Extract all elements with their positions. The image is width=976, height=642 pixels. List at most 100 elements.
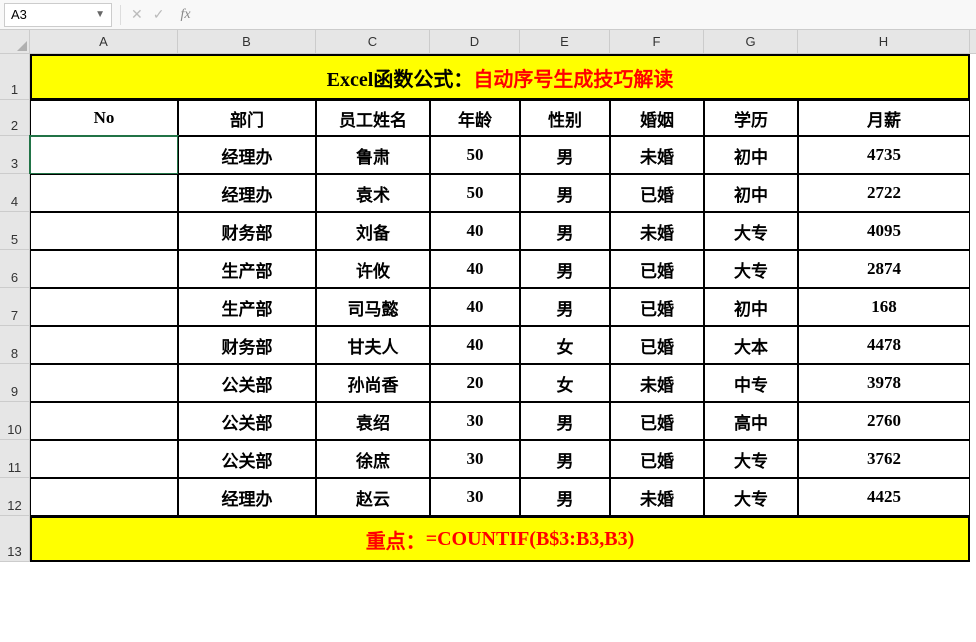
cell-no[interactable] (30, 440, 178, 478)
row-header-6[interactable]: 6 (0, 250, 30, 288)
cell-salary[interactable]: 4425 (798, 478, 970, 516)
cell-edu[interactable]: 初中 (704, 288, 798, 326)
header-sex[interactable]: 性别 (520, 100, 610, 136)
header-name[interactable]: 员工姓名 (316, 100, 430, 136)
header-salary[interactable]: 月薪 (798, 100, 970, 136)
col-header-F[interactable]: F (610, 30, 704, 53)
cell-marriage[interactable]: 未婚 (610, 478, 704, 516)
cell-no[interactable] (30, 136, 178, 174)
cell-no[interactable] (30, 326, 178, 364)
col-header-D[interactable]: D (430, 30, 520, 53)
cell-age[interactable]: 30 (430, 478, 520, 516)
row-header-7[interactable]: 7 (0, 288, 30, 326)
cell-sex[interactable]: 男 (520, 212, 610, 250)
cell-salary[interactable]: 3762 (798, 440, 970, 478)
row-header-2[interactable]: 2 (0, 100, 30, 136)
cell-no[interactable] (30, 250, 178, 288)
cell-name[interactable]: 袁术 (316, 174, 430, 212)
chevron-down-icon[interactable]: ▼ (95, 9, 105, 20)
cell-marriage[interactable]: 已婚 (610, 402, 704, 440)
cell-dept[interactable]: 经理办 (178, 478, 316, 516)
cell-sex[interactable]: 男 (520, 136, 610, 174)
cell-salary[interactable]: 2874 (798, 250, 970, 288)
title-cell[interactable]: Excel函数公式： 自动序号生成技巧解读 (30, 54, 970, 100)
cell-edu[interactable]: 大专 (704, 250, 798, 288)
row-header-11[interactable]: 11 (0, 440, 30, 478)
cell-name[interactable]: 鲁肃 (316, 136, 430, 174)
header-no[interactable]: No (30, 100, 178, 136)
cell-edu[interactable]: 大本 (704, 326, 798, 364)
row-header-9[interactable]: 9 (0, 364, 30, 402)
cell-age[interactable]: 30 (430, 402, 520, 440)
cell-dept[interactable]: 生产部 (178, 250, 316, 288)
row-header-10[interactable]: 10 (0, 402, 30, 440)
cell-edu[interactable]: 初中 (704, 174, 798, 212)
header-age[interactable]: 年龄 (430, 100, 520, 136)
cell-sex[interactable]: 男 (520, 174, 610, 212)
formula-input[interactable] (197, 3, 976, 27)
cancel-icon[interactable]: ✕ (131, 6, 143, 23)
header-dept[interactable]: 部门 (178, 100, 316, 136)
cell-edu[interactable]: 高中 (704, 402, 798, 440)
col-header-G[interactable]: G (704, 30, 798, 53)
cell-salary[interactable]: 4478 (798, 326, 970, 364)
cell-salary[interactable]: 2760 (798, 402, 970, 440)
cell-marriage[interactable]: 已婚 (610, 440, 704, 478)
cell-sex[interactable]: 男 (520, 440, 610, 478)
row-header-13[interactable]: 13 (0, 516, 30, 562)
cell-name[interactable]: 刘备 (316, 212, 430, 250)
cell-name[interactable]: 孙尚香 (316, 364, 430, 402)
cell-no[interactable] (30, 212, 178, 250)
cell-salary[interactable]: 4735 (798, 136, 970, 174)
cell-age[interactable]: 20 (430, 364, 520, 402)
select-all-corner[interactable] (0, 30, 30, 54)
col-header-E[interactable]: E (520, 30, 610, 53)
cell-marriage[interactable]: 未婚 (610, 364, 704, 402)
cell-dept[interactable]: 生产部 (178, 288, 316, 326)
cell-marriage[interactable]: 已婚 (610, 326, 704, 364)
cell-dept[interactable]: 公关部 (178, 364, 316, 402)
cell-name[interactable]: 司马懿 (316, 288, 430, 326)
fx-icon[interactable]: fx (180, 7, 190, 23)
cell-marriage[interactable]: 已婚 (610, 288, 704, 326)
cell-age[interactable]: 30 (430, 440, 520, 478)
cell-name[interactable]: 许攸 (316, 250, 430, 288)
cell-no[interactable] (30, 364, 178, 402)
cell-age[interactable]: 50 (430, 174, 520, 212)
cell-name[interactable]: 甘夫人 (316, 326, 430, 364)
cell-salary[interactable]: 168 (798, 288, 970, 326)
row-header-1[interactable]: 1 (0, 54, 30, 100)
cell-sex[interactable]: 男 (520, 250, 610, 288)
header-marriage[interactable]: 婚姻 (610, 100, 704, 136)
cell-no[interactable] (30, 478, 178, 516)
cell-dept[interactable]: 公关部 (178, 440, 316, 478)
cell-dept[interactable]: 公关部 (178, 402, 316, 440)
cell-edu[interactable]: 大专 (704, 212, 798, 250)
cell-age[interactable]: 50 (430, 136, 520, 174)
cell-dept[interactable]: 经理办 (178, 136, 316, 174)
row-header-12[interactable]: 12 (0, 478, 30, 516)
col-header-A[interactable]: A (30, 30, 178, 53)
cell-sex[interactable]: 男 (520, 402, 610, 440)
cell-no[interactable] (30, 402, 178, 440)
row-header-8[interactable]: 8 (0, 326, 30, 364)
cell-salary[interactable]: 3978 (798, 364, 970, 402)
cell-age[interactable]: 40 (430, 250, 520, 288)
cell-no[interactable] (30, 174, 178, 212)
enter-icon[interactable]: ✓ (153, 6, 165, 23)
bottom-note-cell[interactable]: 重点： =COUNTIF(B$3:B3,B3) (30, 516, 970, 562)
cell-name[interactable]: 徐庶 (316, 440, 430, 478)
cell-name[interactable]: 赵云 (316, 478, 430, 516)
cell-sex[interactable]: 女 (520, 364, 610, 402)
name-box[interactable]: A3 ▼ (4, 3, 112, 27)
cell-age[interactable]: 40 (430, 288, 520, 326)
cell-dept[interactable]: 财务部 (178, 212, 316, 250)
cell-marriage[interactable]: 已婚 (610, 250, 704, 288)
cell-sex[interactable]: 女 (520, 326, 610, 364)
col-header-B[interactable]: B (178, 30, 316, 53)
cell-age[interactable]: 40 (430, 326, 520, 364)
cell-edu[interactable]: 大专 (704, 440, 798, 478)
cell-age[interactable]: 40 (430, 212, 520, 250)
cell-salary[interactable]: 2722 (798, 174, 970, 212)
cell-dept[interactable]: 经理办 (178, 174, 316, 212)
